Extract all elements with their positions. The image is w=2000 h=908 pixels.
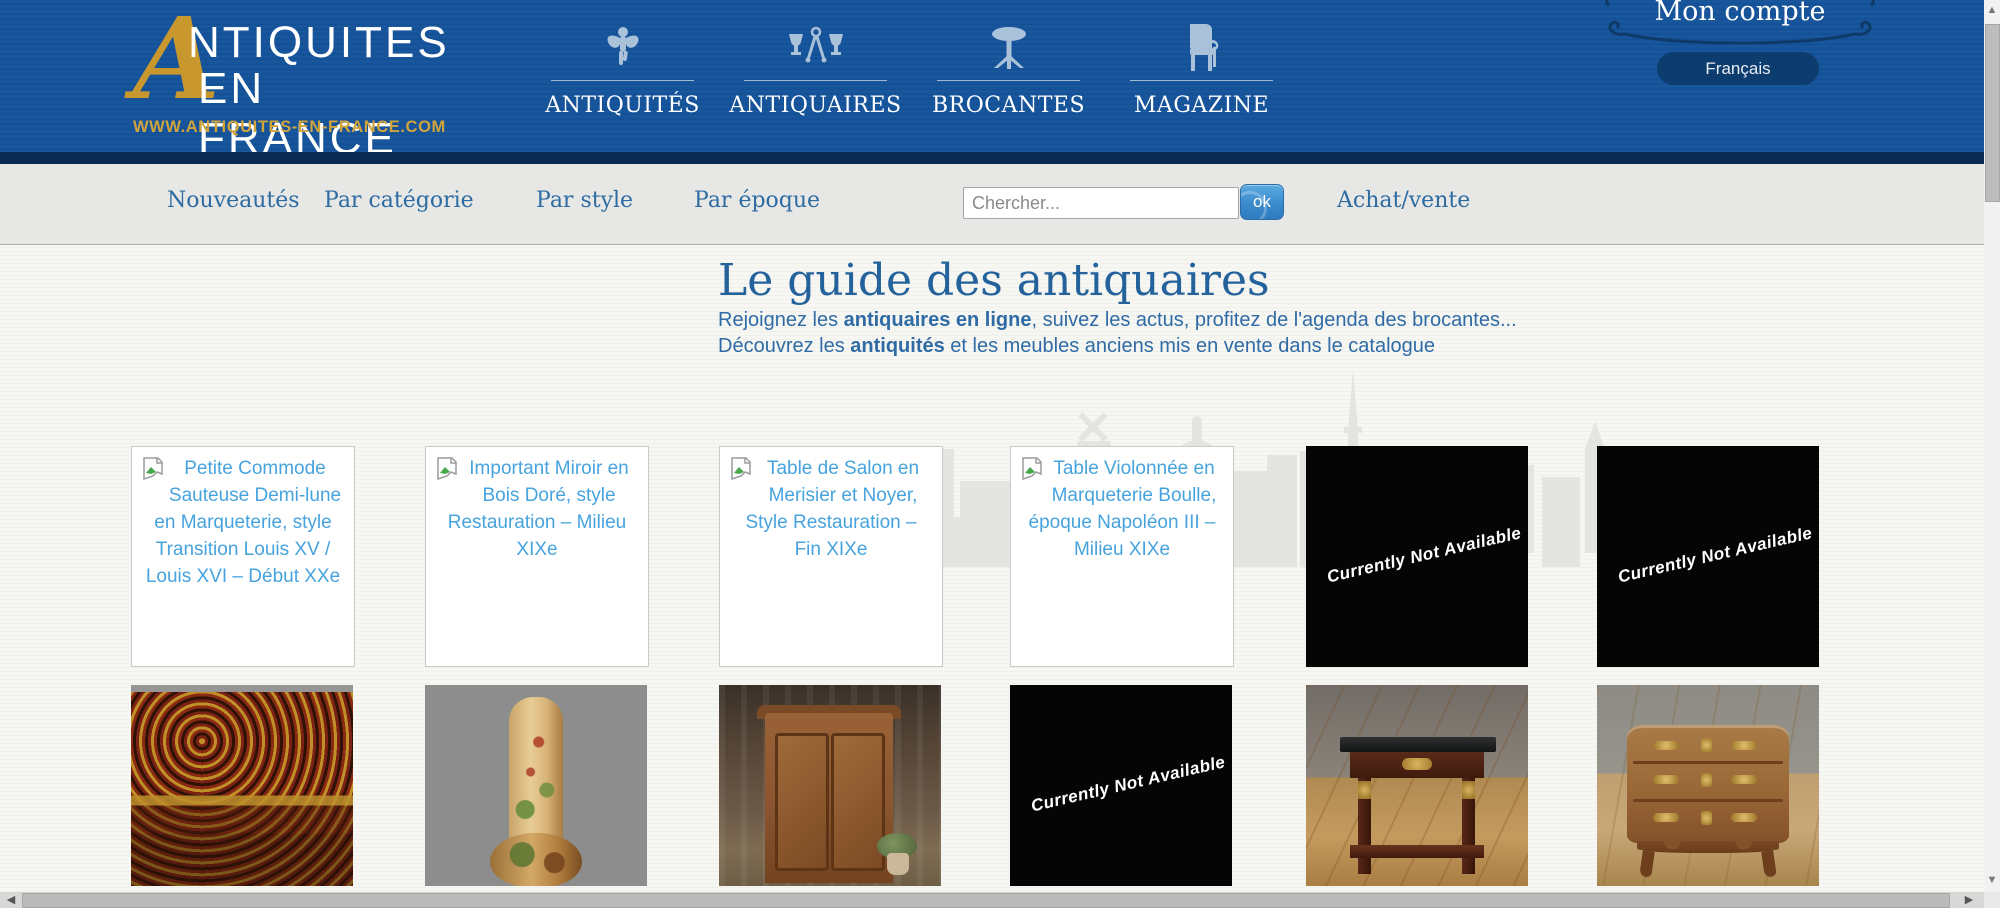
hero-line1: Rejoignez les antiquaires en ligne, suiv… [718, 309, 1517, 332]
product-card-unavailable[interactable]: Currently Not Available [1597, 446, 1819, 667]
logo-url: WWW.ANTIQUITES-EN-FRANCE.COM [133, 118, 446, 137]
vertical-scroll-thumb[interactable] [1985, 24, 2000, 202]
header: A NTIQUITES EN FRANCE WWW.ANTIQUITES-EN-… [0, 0, 1984, 152]
broken-image-icon [1021, 457, 1043, 486]
broken-image-icon [142, 457, 164, 486]
scroll-left-arrow[interactable]: ◀ [4, 893, 18, 907]
site-logo[interactable]: A NTIQUITES EN FRANCE WWW.ANTIQUITES-EN-… [133, 8, 453, 138]
nav-label: BROCANTES [932, 93, 1085, 118]
product-photo-boulle-marquetry[interactable] [131, 685, 353, 886]
nav-label: ANTIQUITÉS [545, 93, 700, 118]
subnav-par-categorie[interactable]: Par catégorie [324, 188, 474, 213]
pedestal-table-icon [984, 22, 1034, 74]
nav-underline [551, 80, 694, 81]
nav-label: ANTIQUAIRES [729, 93, 901, 118]
product-card-commode-sauteuse[interactable]: Petite Commode Sauteuse Demi-lune en Mar… [131, 446, 355, 667]
antiquites-en-france-homepage: A NTIQUITES EN FRANCE WWW.ANTIQUITES-EN-… [0, 0, 2000, 908]
subnav-par-style[interactable]: Par style [536, 188, 633, 213]
product-card-table-de-salon[interactable]: Table de Salon en Merisier et Noyer, Sty… [719, 446, 943, 667]
broken-image-icon [436, 457, 458, 486]
urns-compass-icon [785, 22, 847, 74]
header-divider [0, 152, 1984, 164]
not-available-stamp: Currently Not Available [1597, 520, 1819, 593]
horizontal-scrollbar[interactable]: ◀ ▶ [0, 892, 1984, 908]
nav-underline [937, 80, 1080, 81]
product-card-unavailable[interactable]: Currently Not Available [1010, 685, 1232, 886]
product-card-miroir-bois-dore[interactable]: Important Miroir en Bois Doré, style Res… [425, 446, 649, 667]
page-title: Le guide des antiquaires [718, 255, 1270, 306]
product-alt-text: Table Violonnée en Marqueterie Boulle, é… [1029, 458, 1217, 560]
search-ok-button[interactable]: ok [1240, 184, 1284, 220]
chair-icon [1180, 22, 1224, 74]
logo-line1: NTIQUITES [188, 18, 450, 68]
main-nav: ANTIQUITÉS A [551, 22, 1273, 118]
subnav-nouveautes[interactable]: Nouveautés [167, 188, 300, 213]
account-label: Mon compte [1655, 0, 1826, 27]
subnav: Nouveautés Par catégorie Par style Par é… [0, 164, 1984, 245]
scrollbar-corner [1984, 892, 2000, 908]
nav-label: MAGAZINE [1134, 93, 1269, 118]
product-card-table-violonnee[interactable]: Table Violonnée en Marqueterie Boulle, é… [1010, 446, 1234, 667]
galle-vase-image [425, 685, 647, 886]
nav-underline [744, 80, 887, 81]
scroll-down-arrow[interactable]: ▼ [1984, 874, 2000, 888]
empire-console-image [1306, 685, 1528, 886]
search-input[interactable] [963, 187, 1239, 219]
not-available-stamp: Currently Not Available [1010, 749, 1232, 822]
nav-item-antiquaires[interactable]: ANTIQUAIRES [744, 22, 887, 118]
scroll-right-arrow[interactable]: ▶ [1962, 893, 1976, 907]
vertical-scrollbar[interactable]: ▲ ▼ [1984, 0, 2000, 892]
product-alt-text: Important Miroir en Bois Doré, style Res… [448, 458, 629, 560]
product-photo-empire-console[interactable] [1306, 685, 1528, 886]
hero-line2: Découvrez les antiquités et les meubles … [718, 335, 1435, 358]
account-menu[interactable]: Mon compte [1595, 0, 1885, 56]
subnav-par-epoque[interactable]: Par époque [694, 188, 820, 213]
language-button[interactable]: Français [1657, 52, 1819, 85]
broken-image-icon [730, 457, 752, 486]
product-photo-bombe-commode[interactable] [1597, 685, 1819, 886]
logo-line2: EN FRANCE [198, 64, 453, 164]
product-alt-text: Table de Salon en Merisier et Noyer, Sty… [745, 458, 919, 560]
horizontal-scroll-thumb[interactable] [22, 893, 1950, 908]
product-alt-text: Petite Commode Sauteuse Demi-lune en Mar… [146, 458, 341, 587]
boulle-marquetry-image [131, 685, 353, 886]
not-available-stamp: Currently Not Available [1306, 520, 1528, 593]
bombe-commode-image [1597, 685, 1819, 886]
nav-underline [1130, 80, 1273, 81]
product-photo-galle-vase[interactable] [425, 685, 647, 886]
nav-item-magazine[interactable]: MAGAZINE [1130, 22, 1273, 118]
scroll-up-arrow[interactable]: ▲ [1984, 4, 2000, 18]
armoire-image [719, 685, 941, 886]
main-content: Le guide des antiquaires Rejoignez les a… [0, 245, 1984, 908]
nav-item-antiquites[interactable]: ANTIQUITÉS [551, 22, 694, 118]
subnav-achat-vente[interactable]: Achat/vente [1337, 188, 1470, 213]
nav-item-brocantes[interactable]: BROCANTES [937, 22, 1080, 118]
product-photo-armoire[interactable] [719, 685, 941, 886]
product-card-unavailable[interactable]: Currently Not Available [1306, 446, 1528, 667]
cherub-icon [601, 22, 645, 74]
